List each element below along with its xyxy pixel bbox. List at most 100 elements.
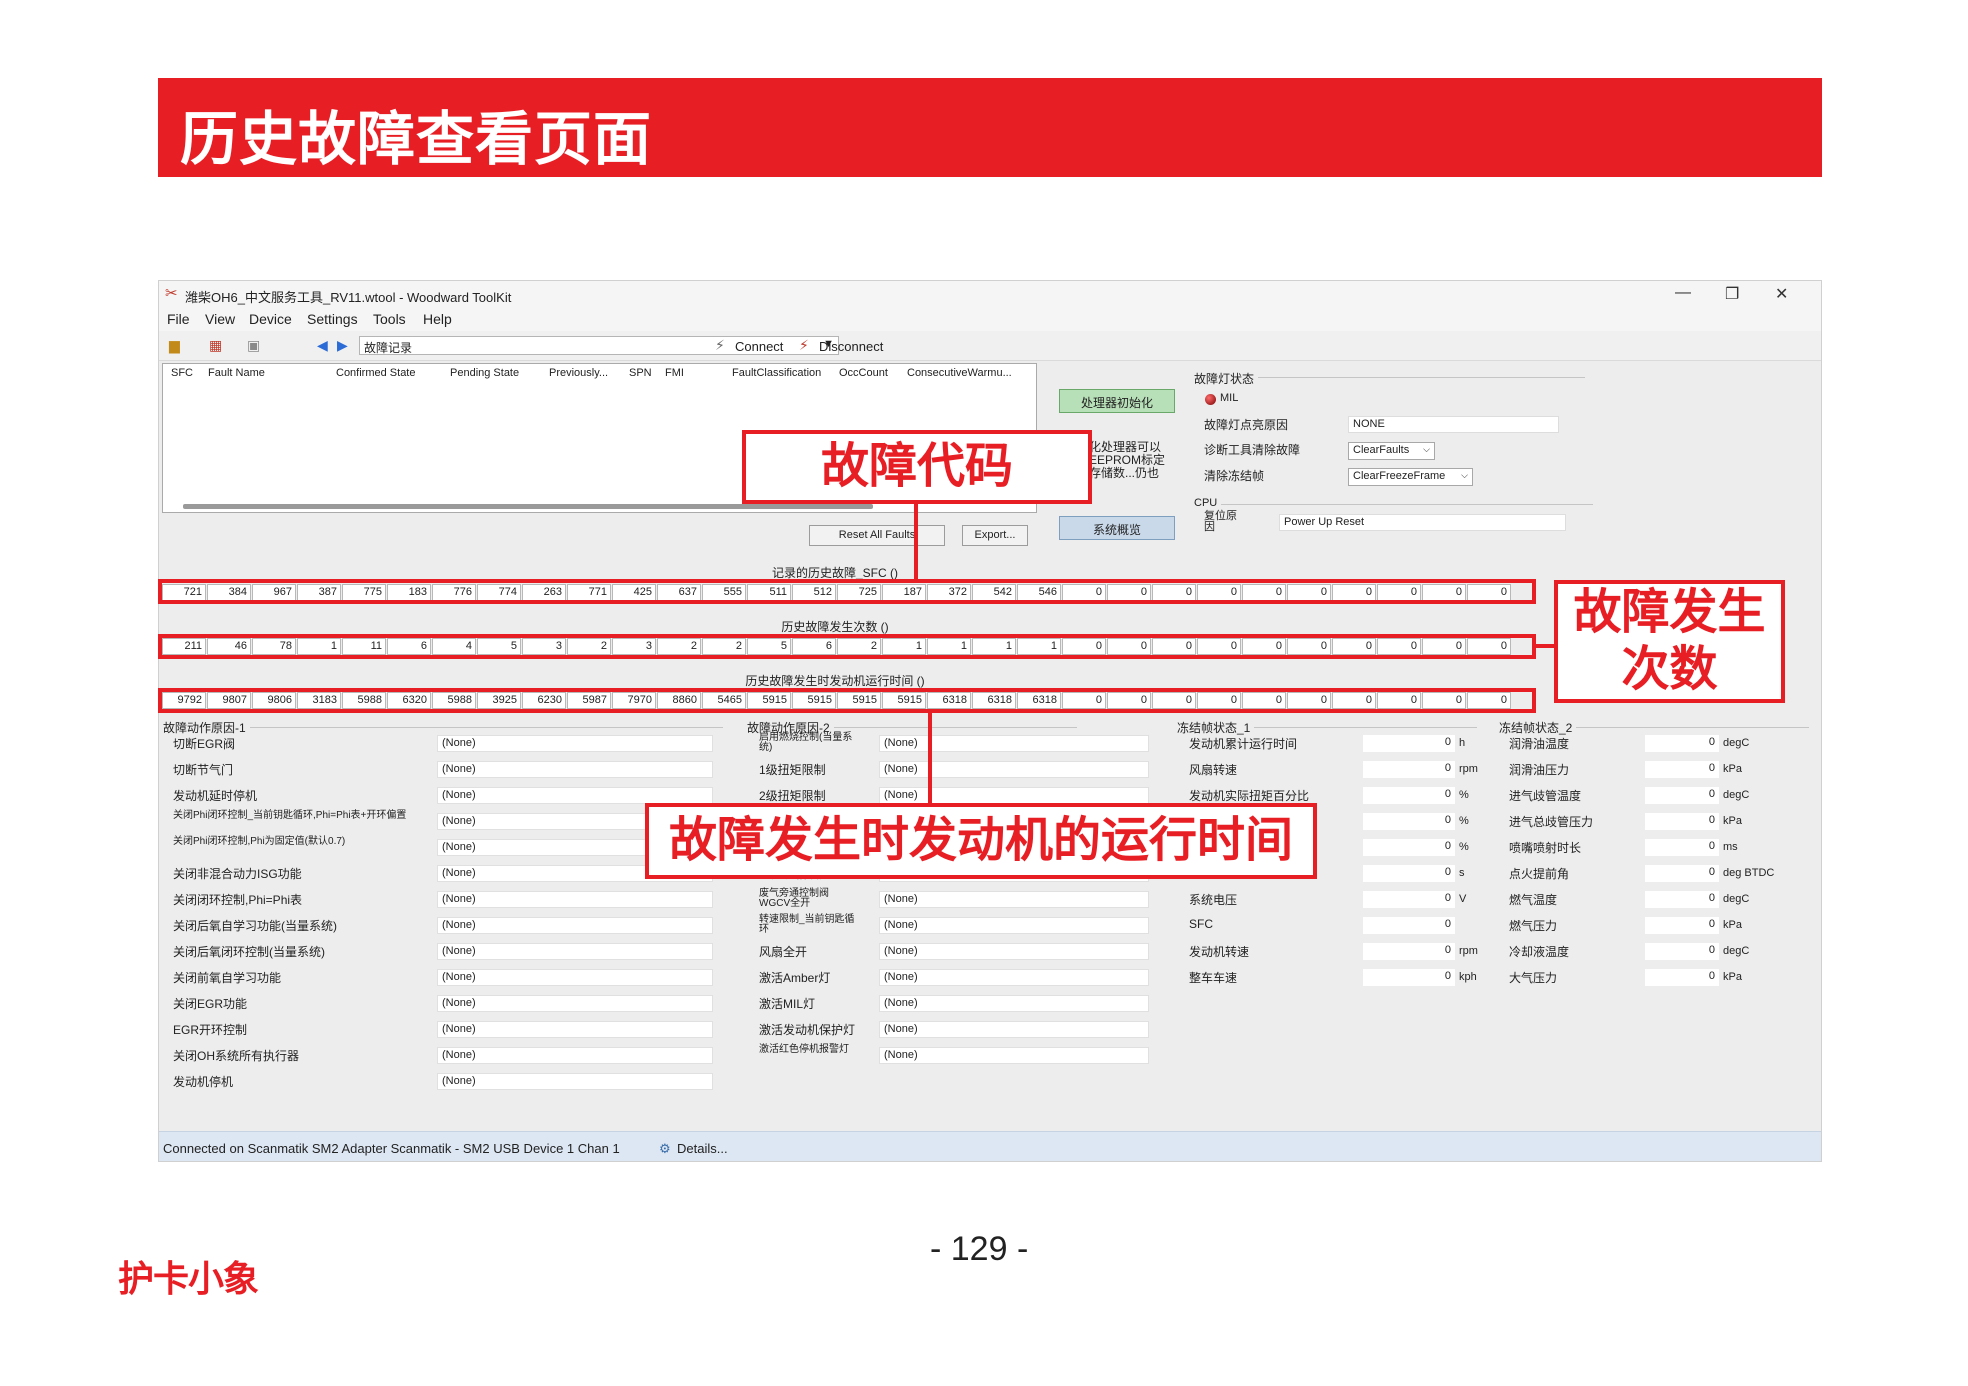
count-row-label: 历史故障发生次数 () bbox=[781, 620, 889, 634]
action1-item-label: 关闭Phi闭环控制_当前钥匙循环,Phi=Phi表+开环偏置 bbox=[173, 810, 407, 821]
freeze2-item-value: 0 bbox=[1645, 761, 1719, 778]
action1-item-value: (None) bbox=[437, 943, 713, 960]
clear-freeze-select[interactable]: ClearFreezeFrame ⌵ bbox=[1348, 468, 1473, 486]
col-sfc[interactable]: SFC bbox=[171, 367, 193, 379]
freeze2-item-label: 冷却液温度 bbox=[1509, 945, 1570, 959]
action1-item-value: (None) bbox=[437, 1073, 713, 1090]
details-link[interactable]: Details... bbox=[677, 1141, 728, 1156]
menu-bar: File View Device Settings Tools Help bbox=[159, 307, 1821, 331]
freeze1-item-unit: kph bbox=[1459, 971, 1477, 983]
action1-item-label: 关闭OH系统所有执行器 bbox=[173, 1049, 300, 1063]
action2-item-label: 激活发动机保护灯 bbox=[759, 1023, 856, 1037]
menu-device[interactable]: Device bbox=[249, 311, 292, 327]
action2-item-label: 激活Amber灯 bbox=[759, 971, 831, 985]
page-number: - 129 - bbox=[930, 1230, 1029, 1268]
action1-item-value: (None) bbox=[437, 891, 713, 908]
status-bar: Connected on Scanmatik SM2 Adapter Scanm… bbox=[159, 1131, 1821, 1161]
action2-item-value: (None) bbox=[879, 1021, 1149, 1038]
cpu-divider bbox=[1199, 504, 1593, 505]
toolbar: ▆ ▦ ▣ ◀ ▶ 故障记录 ▼ ⚡ Connect ⚡ Disconnect bbox=[159, 331, 1821, 361]
col-fault-name[interactable]: Fault Name bbox=[208, 367, 265, 379]
close-button[interactable]: ✕ bbox=[1775, 284, 1788, 304]
action2-item-label: 废气旁通控制阀WGCV全开 bbox=[759, 888, 829, 909]
col-pending-state[interactable]: Pending State bbox=[450, 367, 519, 379]
freeze1-item-label: SFC bbox=[1189, 917, 1213, 931]
export-button[interactable]: Export... bbox=[962, 525, 1028, 546]
action2-item-label: 激活红色停机报警灯 bbox=[759, 1044, 849, 1055]
freeze2-title: 冻结帧状态_2 bbox=[1499, 719, 1577, 736]
clear-faults-label: 诊断工具清除故障 bbox=[1204, 443, 1301, 457]
menu-file[interactable]: File bbox=[167, 311, 190, 327]
action1-item-label: 关闭前氧自学习功能 bbox=[173, 971, 282, 985]
banner-title: 历史故障查看页面 bbox=[180, 105, 653, 173]
clear-faults-select[interactable]: ClearFaults ⌵ bbox=[1348, 442, 1435, 460]
lamp-reason-label: 故障灯点亮原因 bbox=[1204, 418, 1289, 432]
runtime-row-highlight bbox=[158, 688, 1536, 713]
freeze2-item-value: 0 bbox=[1645, 813, 1719, 830]
action2-item-value: (None) bbox=[879, 917, 1149, 934]
freeze2-item-unit: degC bbox=[1723, 737, 1750, 749]
mil-lamp-icon bbox=[1205, 394, 1216, 405]
freeze2-item-unit: kPa bbox=[1723, 971, 1742, 983]
callout-count-line-1: 故障发生 bbox=[1573, 584, 1766, 640]
system-overview-button[interactable]: 系统概览 bbox=[1059, 516, 1175, 540]
menu-view[interactable]: View bbox=[205, 311, 235, 327]
app-window: ✂ 潍柴OH6_中文服务工具_RV11.wtool - Woodward Too… bbox=[158, 280, 1822, 1162]
freeze1-item-unit: rpm bbox=[1459, 763, 1478, 775]
menu-tools[interactable]: Tools bbox=[373, 311, 406, 327]
freeze2-item-label: 进气总歧管压力 bbox=[1509, 815, 1594, 829]
action2-item-value: (None) bbox=[879, 995, 1149, 1012]
freeze2-item-label: 燃气温度 bbox=[1509, 893, 1558, 907]
col-confirmed-state[interactable]: Confirmed State bbox=[336, 367, 415, 379]
col-spn[interactable]: SPN bbox=[629, 367, 652, 379]
col-fmi[interactable]: FMI bbox=[665, 367, 684, 379]
action1-item-label: 关闭EGR功能 bbox=[173, 997, 248, 1011]
action1-item-label: 关闭后氧闭环控制(当量系统) bbox=[173, 945, 325, 959]
action1-item-value: (None) bbox=[437, 969, 713, 986]
col-fault-classification[interactable]: FaultClassification bbox=[732, 367, 821, 379]
freeze1-item-unit: % bbox=[1459, 789, 1469, 801]
freeze2-item-label: 大气压力 bbox=[1509, 971, 1558, 985]
chevron-down-icon: ⌵ bbox=[1423, 444, 1430, 454]
freeze2-item-value: 0 bbox=[1645, 969, 1719, 986]
action2-item-value: (None) bbox=[879, 1047, 1149, 1064]
action1-item-value: (None) bbox=[437, 917, 713, 934]
minimize-button[interactable]: — bbox=[1675, 284, 1691, 302]
reset-all-faults-button[interactable]: Reset All Faults bbox=[809, 525, 945, 546]
back-arrow-icon[interactable]: ◀ bbox=[317, 337, 328, 354]
freeze1-item-value: 0 bbox=[1363, 891, 1455, 908]
processor-init-button[interactable]: 处理器初始化 bbox=[1059, 389, 1175, 413]
freeze1-item-label: 整车车速 bbox=[1189, 971, 1238, 985]
cpu-reset-label: 复位原因 bbox=[1204, 510, 1237, 533]
freeze2-item-value: 0 bbox=[1645, 917, 1719, 934]
freeze1-item-unit: V bbox=[1459, 893, 1467, 905]
horizontal-scrollbar[interactable] bbox=[183, 504, 873, 509]
col-occ-count[interactable]: OccCount bbox=[839, 367, 888, 379]
freeze2-item-unit: kPa bbox=[1723, 763, 1742, 775]
disconnect-button[interactable]: Disconnect bbox=[819, 339, 883, 354]
col-consecutive-warmup[interactable]: ConsecutiveWarmu... bbox=[907, 367, 1012, 379]
forward-arrow-icon[interactable]: ▶ bbox=[337, 337, 348, 354]
menu-settings[interactable]: Settings bbox=[307, 311, 358, 327]
brand-logo: 护卡小象 bbox=[118, 1259, 259, 1300]
title-bar: ✂ 潍柴OH6_中文服务工具_RV11.wtool - Woodward Too… bbox=[159, 281, 1821, 307]
action2-item-value: (None) bbox=[879, 969, 1149, 986]
runtime-row-label: 历史故障发生时发动机运行时间 () bbox=[745, 674, 925, 688]
restore-button[interactable]: ❐ bbox=[1725, 284, 1739, 304]
chevron-down-icon: ⌵ bbox=[1461, 470, 1468, 480]
save-icon[interactable]: ▣ bbox=[247, 337, 260, 354]
connect-button[interactable]: Connect bbox=[735, 339, 783, 354]
col-previously[interactable]: Previously... bbox=[549, 367, 608, 379]
callout-fault-count: 故障发生 次数 bbox=[1554, 580, 1785, 703]
freeze1-item-value: 0 bbox=[1363, 813, 1455, 830]
action1-item-value: (None) bbox=[437, 761, 713, 778]
menu-help[interactable]: Help bbox=[423, 311, 452, 327]
calendar-icon[interactable]: ▦ bbox=[209, 337, 222, 354]
freeze1-item-label: 发动机实际扭矩百分比 bbox=[1189, 789, 1310, 803]
open-folder-icon[interactable]: ▆ bbox=[169, 337, 180, 354]
processor-note: 化处理器可以 EEPROM标定 存储数...仍也 bbox=[1089, 441, 1165, 480]
freeze1-item-unit: rpm bbox=[1459, 945, 1478, 957]
callout-runtime: 故障发生时发动机的运行时间 bbox=[645, 803, 1317, 879]
action1-item-label: 发动机延时停机 bbox=[173, 789, 258, 803]
action1-item-label: 关闭Phi闭环控制,Phi为固定值(默认0.7) bbox=[173, 836, 346, 847]
